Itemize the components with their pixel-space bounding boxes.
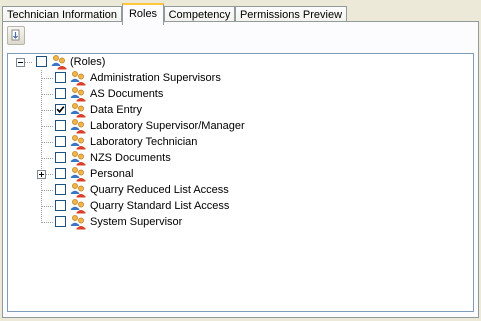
checkbox-administration-supervisors[interactable] [55,72,66,83]
tree-connector [42,142,53,143]
role-label: System Supervisor [90,216,183,228]
users-group-icon [70,135,86,150]
minus-icon [18,62,23,63]
users-group-icon [70,215,86,230]
roles-panel: (Roles) Administration Supervisors AS Do… [2,21,479,318]
plus-icon [41,172,42,177]
tree-connector [42,206,53,207]
checkbox-data-entry[interactable] [55,104,66,115]
expand-toggle-personal[interactable] [37,170,46,179]
tree-root-label: (Roles) [70,56,106,68]
role-label: Data Entry [90,104,142,116]
tree-connector [42,158,53,159]
users-group-icon [70,103,86,118]
role-label: Laboratory Technician [90,136,198,148]
users-group-icon [70,167,86,182]
checkbox-roles[interactable] [36,56,47,67]
checkbox-system-supervisor[interactable] [55,216,66,227]
tree-connector [42,222,53,223]
tree-connector [42,110,53,111]
checkbox-personal[interactable] [55,168,66,179]
tree-connector [42,78,53,79]
checkbox-quarry-standard-list-access[interactable] [55,200,66,211]
checkmark-icon [56,106,65,114]
users-group-icon [51,55,67,70]
users-group-icon [70,183,86,198]
checkbox-laboratory-supervisor-manager[interactable] [55,120,66,131]
checkbox-nzs-documents[interactable] [55,152,66,163]
checkbox-quarry-reduced-list-access[interactable] [55,184,66,195]
role-label: Quarry Standard List Access [90,200,230,212]
filter-toggle-icon [11,29,20,41]
filter-toggle-button[interactable] [7,26,25,45]
tree-connector [42,94,53,95]
collapse-toggle-root[interactable] [16,58,25,67]
tree-connector [41,70,42,223]
roles-tree[interactable]: (Roles) Administration Supervisors AS Do… [7,53,474,312]
tab-roles[interactable]: Roles [122,3,164,25]
users-group-icon [70,87,86,102]
users-group-icon [70,71,86,86]
role-label: Laboratory Supervisor/Manager [90,120,245,132]
role-label: Personal [90,168,134,180]
users-group-icon [70,199,86,214]
role-label: NZS Documents [90,152,171,164]
tree-connector [42,126,53,127]
checkbox-as-documents[interactable] [55,88,66,99]
tree-connector [42,190,53,191]
users-group-icon [70,119,86,134]
checkbox-laboratory-technician[interactable] [55,136,66,147]
role-label: AS Documents [90,88,164,100]
users-group-icon [70,151,86,166]
role-label: Quarry Reduced List Access [90,184,229,196]
role-label: Administration Supervisors [90,72,221,84]
